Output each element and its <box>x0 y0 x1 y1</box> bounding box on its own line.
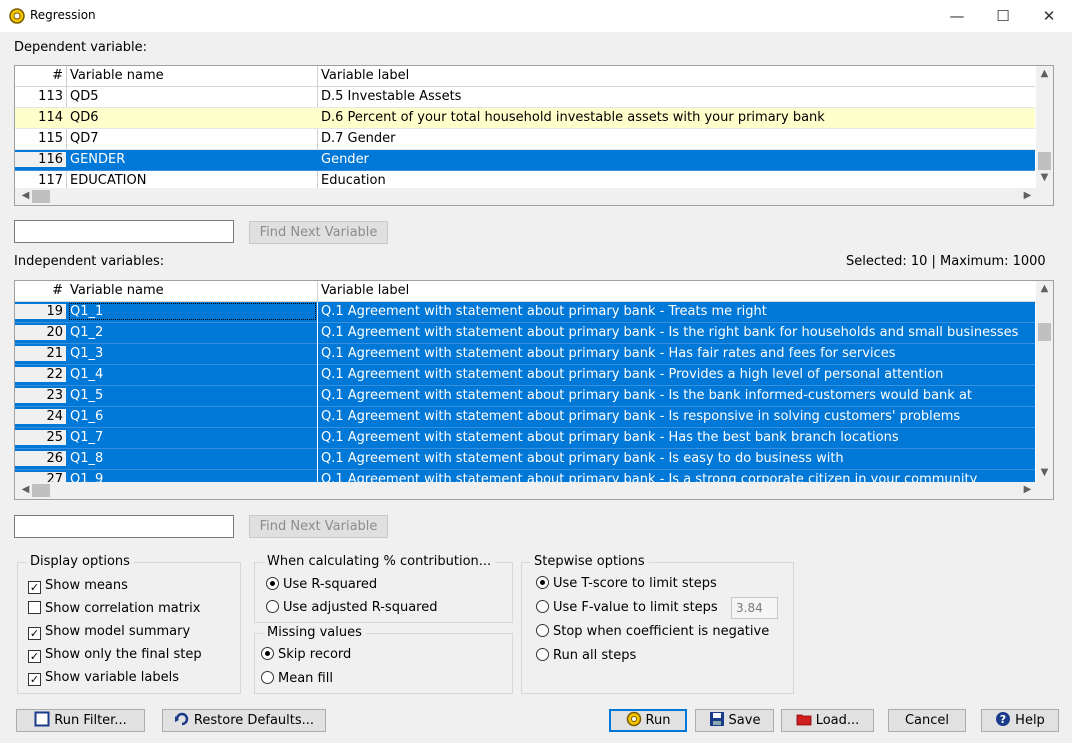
show-correlation-matrix-checkbox[interactable]: Show correlation matrix <box>28 601 200 616</box>
restore-defaults-button[interactable]: Restore Defaults... <box>162 709 326 732</box>
show-variable-labels-checkbox[interactable]: ✓ Show variable labels <box>28 670 179 686</box>
missing-values-group: Missing values Skip record Mean fill <box>254 625 513 694</box>
table-row[interactable]: 115 QD7 D.7 Gender <box>15 129 1035 150</box>
mean-fill-radio[interactable]: Mean fill <box>261 671 333 686</box>
close-button[interactable]: ✕ <box>1026 0 1072 32</box>
table-row[interactable]: 114 QD6 D.6 Percent of your total househ… <box>15 108 1035 129</box>
use-t-score-radio[interactable]: Use T-score to limit steps <box>536 576 717 591</box>
scroll-up-icon[interactable]: ▲ <box>1036 68 1053 79</box>
table-row[interactable]: 113 QD5 D.5 Investable Assets <box>15 87 1035 108</box>
vertical-scrollbar[interactable]: ▲ ▼ <box>1036 281 1053 483</box>
gear-icon <box>9 8 25 24</box>
horizontal-scrollbar[interactable]: ◀ ▶ <box>15 482 1053 499</box>
header-number: # <box>52 68 63 83</box>
gear-icon <box>626 711 641 727</box>
radio-unselected-icon <box>536 648 549 661</box>
contribution-group: When calculating % contribution... Use R… <box>254 554 513 623</box>
svg-text:?: ? <box>1000 713 1006 726</box>
skip-record-radio[interactable]: Skip record <box>261 647 351 662</box>
show-means-checkbox[interactable]: ✓ Show means <box>28 578 128 594</box>
folder-icon <box>796 714 812 726</box>
radio-selected-icon <box>536 576 549 589</box>
minimize-button[interactable]: — <box>934 0 980 32</box>
dependent-find-next-button[interactable]: Find Next Variable <box>249 221 388 244</box>
radio-selected-icon <box>261 647 274 660</box>
scroll-thumb[interactable] <box>1038 323 1051 341</box>
dependent-search-input[interactable] <box>14 220 234 243</box>
table-row-selected[interactable]: 25 Q1_7 Q.1 Agreement with statement about… <box>15 428 1035 449</box>
scroll-thumb[interactable] <box>32 190 50 203</box>
selected-count: Selected: 10 | Maximum: 1000 <box>846 254 1046 269</box>
radio-unselected-icon <box>536 624 549 637</box>
scroll-down-icon[interactable]: ▼ <box>1036 172 1053 183</box>
table-row-selected[interactable]: 22 Q1_4 Q.1 Agreement with statement about… <box>15 365 1035 386</box>
run-button[interactable]: Run <box>609 709 687 732</box>
title-bar: Regression — ☐ ✕ <box>0 0 1072 32</box>
header-variable-label[interactable]: Variable label <box>321 283 409 298</box>
table-row-selected[interactable]: 26 Q1_8 Q.1 Agreement with statement about… <box>15 449 1035 470</box>
missing-values-title: Missing values <box>263 625 366 640</box>
checkbox-checked-icon: ✓ <box>28 581 41 594</box>
independent-variables-label: Independent variables: <box>14 254 165 269</box>
use-r-squared-radio[interactable]: Use R-squared <box>266 577 377 592</box>
help-button[interactable]: ? Help <box>981 709 1059 732</box>
table-row-selected[interactable]: 20 Q1_2 Q.1 Agreement with statement about… <box>15 323 1035 344</box>
stop-when-negative-radio[interactable]: Stop when coefficient is negative <box>536 624 769 639</box>
stepwise-options-title: Stepwise options <box>530 554 649 569</box>
scroll-up-icon[interactable]: ▲ <box>1036 283 1053 294</box>
table-row-selected[interactable]: 21 Q1_3 Q.1 Agreement with statement about… <box>15 344 1035 365</box>
radio-selected-icon <box>266 577 279 590</box>
radio-unselected-icon <box>536 600 549 613</box>
table-row-selected[interactable]: 116 GENDER Gender <box>15 150 1035 171</box>
dependent-variable-grid[interactable]: # Variable name Variable label 113 QD5 D… <box>14 65 1054 206</box>
show-model-summary-checkbox[interactable]: ✓ Show model summary <box>28 624 190 640</box>
help-icon: ? <box>996 712 1011 726</box>
grid-header: # Variable name Variable label <box>15 281 1035 302</box>
table-row-selected[interactable]: 24 Q1_6 Q.1 Agreement with statement about… <box>15 407 1035 428</box>
scroll-thumb[interactable] <box>1038 152 1051 170</box>
load-button[interactable]: Load... <box>781 709 874 732</box>
scroll-right-icon[interactable]: ▶ <box>1019 190 1036 201</box>
checkbox-unchecked-icon <box>28 601 41 614</box>
radio-unselected-icon <box>261 671 274 684</box>
f-value-input[interactable]: 3.84 <box>731 597 778 619</box>
vertical-scrollbar[interactable]: ▲ ▼ <box>1036 66 1053 188</box>
scroll-thumb[interactable] <box>32 484 50 497</box>
dependent-variable-label: Dependent variable: <box>14 40 148 55</box>
table-row-selected[interactable]: 23 Q1_5 Q.1 Agreement with statement about… <box>15 386 1035 407</box>
window-title: Regression <box>30 8 96 22</box>
header-variable-label[interactable]: Variable label <box>321 68 409 83</box>
undo-icon <box>174 712 189 726</box>
floppy-disk-icon <box>709 712 724 726</box>
filter-box-icon <box>34 711 50 727</box>
independent-variables-grid[interactable]: # Variable name Variable label 19 Q1_1 Q.1… <box>14 280 1054 500</box>
save-button[interactable]: Save <box>695 709 774 732</box>
show-final-step-checkbox[interactable]: ✓ Show only the final step <box>28 647 202 663</box>
maximize-button[interactable]: ☐ <box>980 0 1026 32</box>
table-row-selected[interactable]: 19 Q1_1 Q.1 Agreement with statement about… <box>15 302 1035 323</box>
display-options-title: Display options <box>26 554 134 569</box>
run-filter-button[interactable]: Run Filter... <box>16 709 145 732</box>
header-number: # <box>52 283 63 298</box>
independent-search-input[interactable] <box>14 515 234 538</box>
checkbox-checked-icon: ✓ <box>28 673 41 686</box>
run-all-steps-radio[interactable]: Run all steps <box>536 648 636 663</box>
stepwise-options-group: Stepwise options Use T-score to limit st… <box>521 554 794 694</box>
checkbox-checked-icon: ✓ <box>28 627 41 640</box>
cancel-button[interactable]: Cancel <box>888 709 966 732</box>
header-variable-name[interactable]: Variable name <box>70 68 164 83</box>
contribution-title: When calculating % contribution... <box>263 554 496 569</box>
checkbox-checked-icon: ✓ <box>28 650 41 663</box>
independent-find-next-button[interactable]: Find Next Variable <box>249 515 388 538</box>
display-options-group: Display options ✓ Show means Show correla… <box>17 554 241 694</box>
grid-header: # Variable name Variable label <box>15 66 1035 87</box>
use-f-value-radio[interactable]: Use F-value to limit steps <box>536 600 718 615</box>
horizontal-scrollbar[interactable]: ◀ ▶ <box>15 188 1053 205</box>
use-adjusted-r-squared-radio[interactable]: Use adjusted R-squared <box>266 600 437 615</box>
scroll-down-icon[interactable]: ▼ <box>1036 467 1053 478</box>
scroll-right-icon[interactable]: ▶ <box>1019 484 1036 495</box>
header-variable-name[interactable]: Variable name <box>70 283 164 298</box>
radio-unselected-icon <box>266 600 279 613</box>
